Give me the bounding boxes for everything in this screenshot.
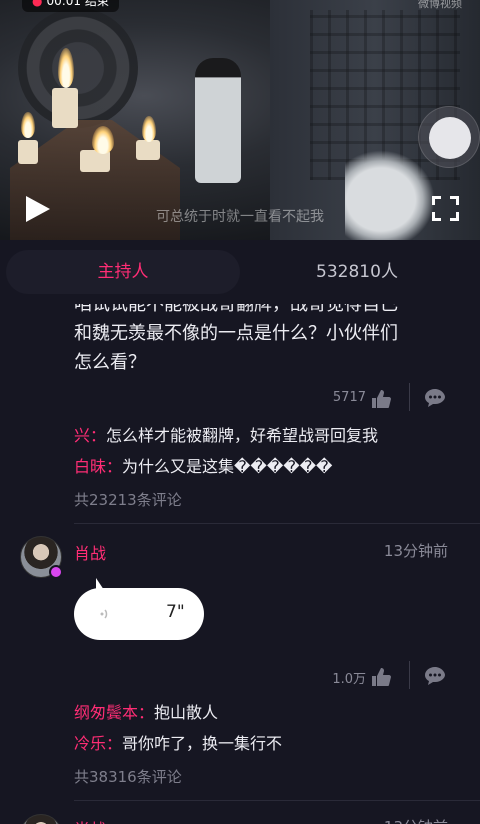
video-frame-medallion bbox=[18, 8, 138, 128]
total-comments-link[interactable]: 共38316条评论 bbox=[74, 766, 182, 787]
reply-text: 抱山散人 bbox=[154, 703, 219, 722]
like-count: 1.0万 bbox=[332, 672, 366, 687]
comment-feed[interactable]: 咱试试能不能被战哥翻牌，战哥觉得自己 和魏无羡最不像的一点是什么？小伙伴们 怎么… bbox=[0, 304, 480, 824]
reply-text: 为什么又是这集������ bbox=[122, 457, 333, 476]
video-figure-kneeling bbox=[345, 150, 435, 240]
fullscreen-icon[interactable] bbox=[432, 196, 459, 221]
reply-item[interactable]: 白昧：为什么又是这集������ bbox=[74, 453, 332, 477]
avatar[interactable] bbox=[20, 536, 63, 579]
play-icon[interactable] bbox=[26, 196, 50, 222]
record-dot-icon: ● bbox=[32, 0, 43, 8]
video-player[interactable]: ● 00:01 结束 微博视频 可总统于时就一直看不起我 bbox=[0, 0, 480, 240]
candle bbox=[136, 140, 160, 160]
status-badge: ● 00:01 结束 bbox=[22, 0, 119, 12]
divider bbox=[74, 523, 480, 524]
thumbs-up-icon[interactable] bbox=[370, 389, 392, 409]
watermark: 微博视频 bbox=[418, 0, 462, 10]
reply-author: 兴： bbox=[74, 426, 107, 445]
status-time: 00:01 bbox=[46, 0, 82, 8]
voice-wave-icon bbox=[100, 609, 108, 619]
floating-assistive-button[interactable] bbox=[418, 106, 480, 168]
post-text-line: 咱试试能不能被战哥翻牌，战哥觉得自己 bbox=[74, 304, 398, 315]
candle-flame bbox=[142, 116, 156, 142]
candle bbox=[18, 140, 38, 164]
reply-author: 纲匆鬓本： bbox=[74, 703, 155, 722]
reply-author: 白昧： bbox=[74, 457, 123, 476]
reply-author: 冷乐： bbox=[74, 734, 123, 753]
comment-time: 13分钟前 bbox=[383, 542, 448, 560]
thumbs-up-icon[interactable] bbox=[370, 667, 392, 687]
total-comments-link[interactable]: 共23213条评论 bbox=[74, 489, 182, 510]
tab-viewer-count[interactable]: 532810人 bbox=[240, 250, 474, 294]
tab-host[interactable]: 主持人 bbox=[6, 250, 240, 294]
comment-time: 13分钟前 bbox=[384, 816, 448, 824]
status-label: 结束 bbox=[84, 0, 109, 8]
like-count: 5717 bbox=[332, 390, 366, 405]
video-subtitle: 可总统于时就一直看不起我 bbox=[156, 209, 324, 225]
divider bbox=[74, 800, 480, 801]
post-text: 咱试试能不能被战哥翻牌，战哥觉得自己 和魏无羡最不像的一点是什么？小伙伴们 怎么… bbox=[74, 304, 464, 377]
reply-item[interactable]: 纲匆鬓本：抱山散人 bbox=[74, 699, 218, 723]
reply-item[interactable]: 冷乐：哥你咋了，换一集行不 bbox=[74, 730, 282, 754]
divider bbox=[409, 661, 410, 689]
post-actions: 1.0万 bbox=[300, 661, 470, 692]
reply-item[interactable]: 兴：怎么样才能被翻牌，好希望战哥回复我 bbox=[74, 422, 378, 446]
tab-bar: 主持人 532810人 bbox=[0, 240, 480, 304]
voice-bubble-tail bbox=[96, 578, 116, 590]
reply-text: 怎么样才能被翻牌，好希望战哥回复我 bbox=[106, 426, 379, 445]
divider bbox=[409, 383, 410, 411]
post-text-line: 怎么看？ bbox=[74, 352, 146, 373]
comment-author[interactable]: 肖战 bbox=[74, 540, 106, 564]
candle bbox=[52, 88, 78, 128]
post-text-line: 和魏无羡最不像的一点是什么？小伙伴们 bbox=[74, 323, 398, 344]
candle-flame bbox=[92, 126, 114, 154]
comment-author[interactable]: 肖战 bbox=[74, 816, 106, 824]
candle-flame bbox=[58, 48, 74, 88]
verified-badge-icon bbox=[49, 565, 63, 579]
comment-bubble-icon[interactable] bbox=[424, 666, 446, 686]
video-figure-standing bbox=[195, 58, 241, 183]
comment-bubble-icon[interactable] bbox=[424, 388, 446, 408]
post-actions: 5717 bbox=[300, 383, 470, 414]
voice-duration: 7" bbox=[166, 602, 185, 622]
reply-text: 哥你咋了，换一集行不 bbox=[122, 734, 283, 753]
candle-flame bbox=[21, 112, 35, 138]
avatar[interactable] bbox=[20, 814, 62, 824]
voice-message[interactable]: 7" bbox=[74, 578, 204, 640]
